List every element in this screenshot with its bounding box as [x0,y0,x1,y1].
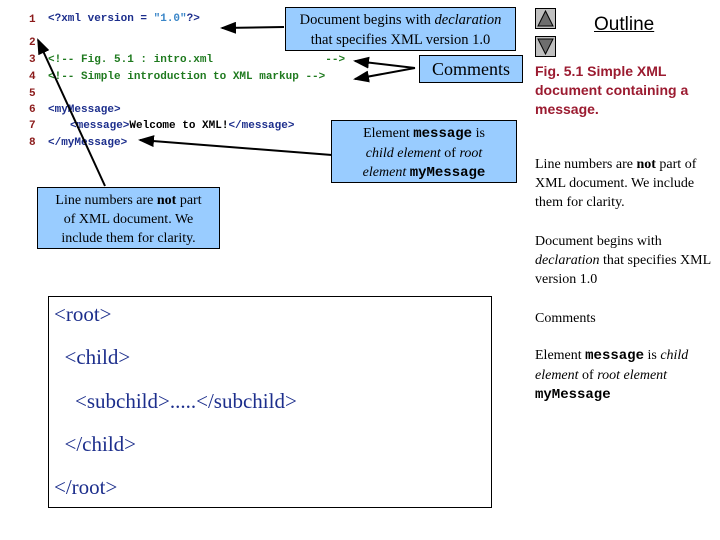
up-arrow-icon [537,9,554,27]
previous-slide-button[interactable] [535,8,556,29]
tree-line: </root> [54,475,118,499]
figure-caption: Fig. 5.1 Simple XML document containing … [535,63,689,117]
note-line-numbers: Line numbers are not part of XML documen… [535,157,697,210]
note-element: Element message is child element of root… [535,348,689,403]
arrow-line-numbers [37,38,106,187]
callout-declaration: Document begins with declaration that sp… [285,7,516,51]
xml-tree-example: <root> <child> <subchild>.....</subchild… [48,296,492,508]
arrow-element [138,135,333,156]
tree-line: </child> [54,432,137,456]
tree-line: <root> [54,302,112,326]
tree-line: <subchild>.....</subchild> [54,389,297,413]
note-declaration: Document begins with declaration that sp… [535,234,711,287]
callout-line-numbers: Line numbers are not part of XML documen… [37,187,220,249]
callout-comments: Comments [419,55,523,83]
down-arrow-icon [537,38,554,56]
arrow-declaration [220,21,285,34]
arrow-comment-1 [353,56,416,69]
note-comments: Comments [535,311,596,326]
outline-title: Outline [594,14,655,35]
callout-element: Element message is child element of root… [331,120,517,183]
arrow-comment-2 [353,67,416,83]
next-slide-button[interactable] [535,36,556,57]
tree-line: <child> [54,345,131,369]
